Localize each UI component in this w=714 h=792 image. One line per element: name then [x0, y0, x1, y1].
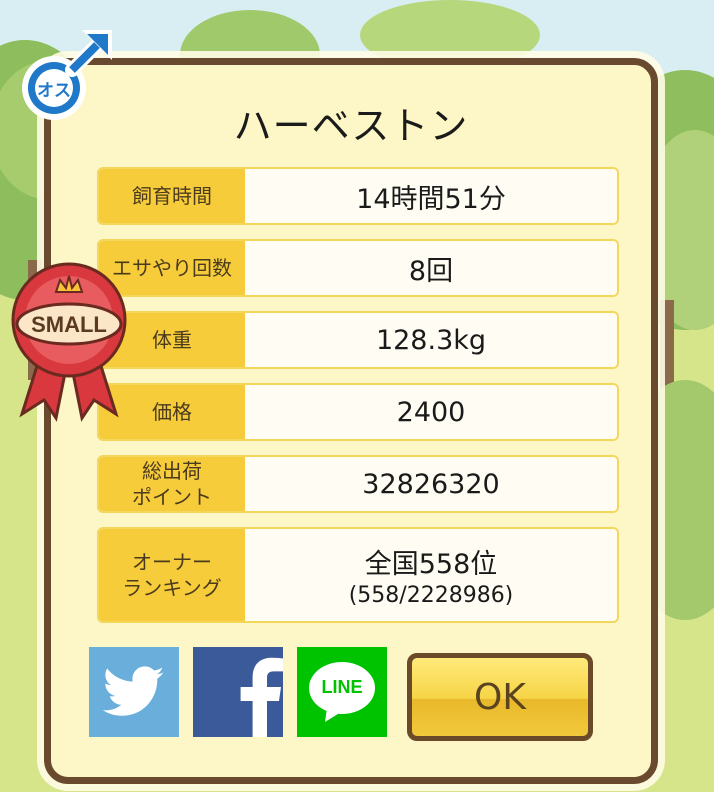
stat-row-rearing-time: 飼育時間 14時間51分: [97, 167, 619, 225]
stat-label: オーナー ランキング: [99, 529, 245, 621]
stat-value-text: 32826320: [362, 468, 500, 500]
twitter-share-button[interactable]: [89, 647, 179, 737]
stat-value: 全国558位 (558/2228986): [245, 529, 617, 621]
stat-row-weight: 体重 128.3kg: [97, 311, 619, 369]
facebook-f-icon: [240, 657, 283, 737]
ok-button-label: OK: [474, 676, 526, 718]
stat-value-text: 14時間51分: [356, 183, 506, 215]
stat-row-feed-count: エサやり回数 8回: [97, 239, 619, 297]
rosette-icon: [11, 262, 127, 422]
ok-button[interactable]: OK: [407, 653, 593, 741]
line-label: LINE: [321, 677, 363, 697]
stat-value-text: 8回: [408, 255, 454, 287]
gender-label: オス: [37, 81, 71, 101]
stat-value-text: 全国558位: [364, 549, 498, 580]
stat-row-total-shipping-points: 総出荷 ポイント 32826320: [97, 455, 619, 513]
pig-name-title: ハーベストン: [233, 104, 469, 148]
line-share-button[interactable]: LINE: [297, 647, 387, 737]
stat-label: 飼育時間: [99, 169, 245, 223]
stat-value-text: 2400: [396, 396, 466, 428]
twitter-bird-icon: [103, 666, 164, 716]
size-label: SMALL: [31, 312, 107, 337]
stat-row-owner-ranking: オーナー ランキング 全国558位 (558/2228986): [97, 527, 619, 623]
small-size-ribbon-badge: SMALL: [8, 258, 130, 422]
stat-value: 32826320: [245, 457, 617, 511]
stat-value: 128.3kg: [245, 313, 617, 367]
stat-value: 8回: [245, 241, 617, 295]
male-gender-badge: オス: [16, 26, 116, 126]
stat-value-text: 128.3kg: [375, 324, 487, 356]
stat-row-price: 価格 2400: [97, 383, 619, 441]
facebook-share-button[interactable]: [193, 647, 283, 737]
stat-label: 総出荷 ポイント: [99, 457, 245, 511]
pig-result-dialog: ハーベストン 飼育時間 14時間51分 エサやり回数 8回 体重 128.3kg…: [44, 58, 658, 784]
stat-value-subtext: (558/2228986): [348, 583, 514, 608]
stat-value: 2400: [245, 385, 617, 439]
stat-value: 14時間51分: [245, 169, 617, 223]
